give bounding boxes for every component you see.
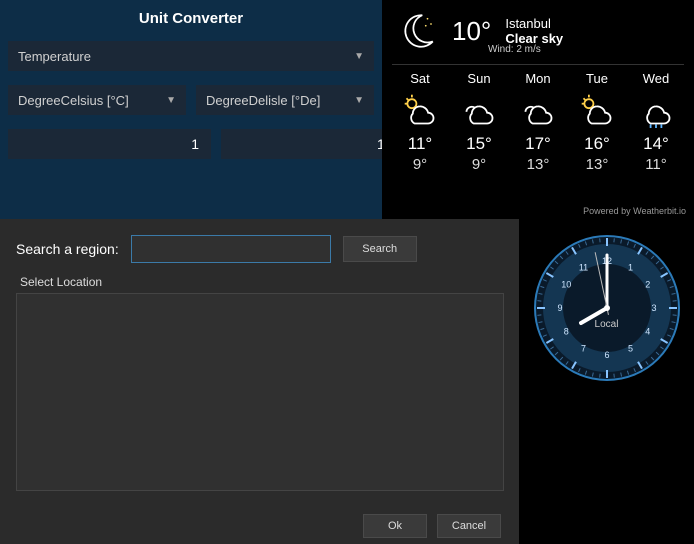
forecast-day-name: Tue <box>586 71 608 86</box>
moon-icon <box>396 10 438 52</box>
to-unit-select[interactable]: DegreeDelisle [°De] ▼ <box>196 85 374 115</box>
forecast-high: 11° <box>408 134 432 154</box>
from-value-input[interactable] <box>8 129 211 159</box>
forecast-day-name: Wed <box>643 71 670 86</box>
svg-text:10: 10 <box>561 280 571 290</box>
clock-label: Local <box>595 319 619 330</box>
forecast-low: 9° <box>472 156 486 173</box>
svg-text:2: 2 <box>645 280 650 290</box>
forecast-high: 15° <box>466 134 492 154</box>
chevron-down-icon: ▼ <box>354 95 364 106</box>
now-temp: 10° <box>452 16 491 47</box>
cloudy-icon <box>461 92 497 128</box>
location-listbox[interactable] <box>16 293 504 491</box>
partly-cloudy-day-icon <box>402 92 438 128</box>
forecast-day: Tue 16° 13° <box>569 71 625 173</box>
forecast-low: 11° <box>645 156 667 173</box>
svg-text:4: 4 <box>645 327 650 337</box>
to-unit-value: DegreeDelisle [°De] <box>206 93 320 108</box>
partly-cloudy-day-icon <box>579 92 615 128</box>
svg-text:7: 7 <box>580 344 585 354</box>
svg-text:11: 11 <box>578 262 587 272</box>
weather-attribution: Powered by Weatherbit.io <box>583 206 686 216</box>
from-unit-select[interactable]: DegreeCelsius [°C] ▼ <box>8 85 186 115</box>
search-button[interactable]: Search <box>343 236 417 262</box>
forecast-day-name: Sat <box>410 71 430 86</box>
forecast-high: 14° <box>643 134 669 154</box>
forecast-day-name: Mon <box>525 71 550 86</box>
search-input[interactable] <box>131 235 331 263</box>
forecast-day: Sun 15° 9° <box>451 71 507 173</box>
forecast-day: Sat 11° 9° <box>392 71 448 173</box>
now-city: Istanbul <box>505 16 563 31</box>
svg-text:5: 5 <box>627 344 632 354</box>
from-unit-value: DegreeCelsius [°C] <box>18 93 129 108</box>
ok-button[interactable]: Ok <box>363 514 427 538</box>
forecast-day: Mon 17° 13° <box>510 71 566 173</box>
search-label: Search a region: <box>16 241 119 257</box>
cancel-button[interactable]: Cancel <box>437 514 501 538</box>
svg-text:1: 1 <box>627 262 632 272</box>
clock-panel: 123456789101112 Local <box>519 219 694 544</box>
now-wind: Wind: 2 m/s <box>488 44 541 55</box>
svg-text:9: 9 <box>557 303 562 313</box>
chevron-down-icon: ▼ <box>166 95 176 106</box>
forecast-high: 17° <box>525 134 551 154</box>
cloudy-icon <box>520 92 556 128</box>
forecast-day: Wed 14° 11° <box>628 71 684 173</box>
select-location-label: Select Location <box>16 275 503 289</box>
unit-converter-panel: Unit Converter Temperature ▼ DegreeCelsi… <box>0 0 382 219</box>
forecast-low: 13° <box>527 156 550 173</box>
rain-icon <box>638 92 674 128</box>
category-value: Temperature <box>18 49 91 64</box>
converter-title: Unit Converter <box>8 10 374 27</box>
svg-text:3: 3 <box>651 303 656 313</box>
svg-text:6: 6 <box>604 350 609 360</box>
forecast-high: 16° <box>584 134 610 154</box>
weather-panel: 10° Istanbul Clear sky Wind: 2 m/s Sat11… <box>382 0 694 219</box>
category-select[interactable]: Temperature ▼ <box>8 41 374 71</box>
forecast-day-name: Sun <box>467 71 490 86</box>
forecast-row: Sat 11° 9° Sun 15° 9° Mon 17° 13° Tue 16° 13° Wed 14°… <box>392 64 684 173</box>
svg-text:8: 8 <box>563 327 568 337</box>
forecast-low: 13° <box>586 156 609 173</box>
region-search-dialog: Search a region: Search Select Location … <box>0 219 519 544</box>
chevron-down-icon: ▼ <box>354 51 364 62</box>
analog-clock: 123456789101112 Local <box>532 233 682 383</box>
forecast-low: 9° <box>413 156 427 173</box>
